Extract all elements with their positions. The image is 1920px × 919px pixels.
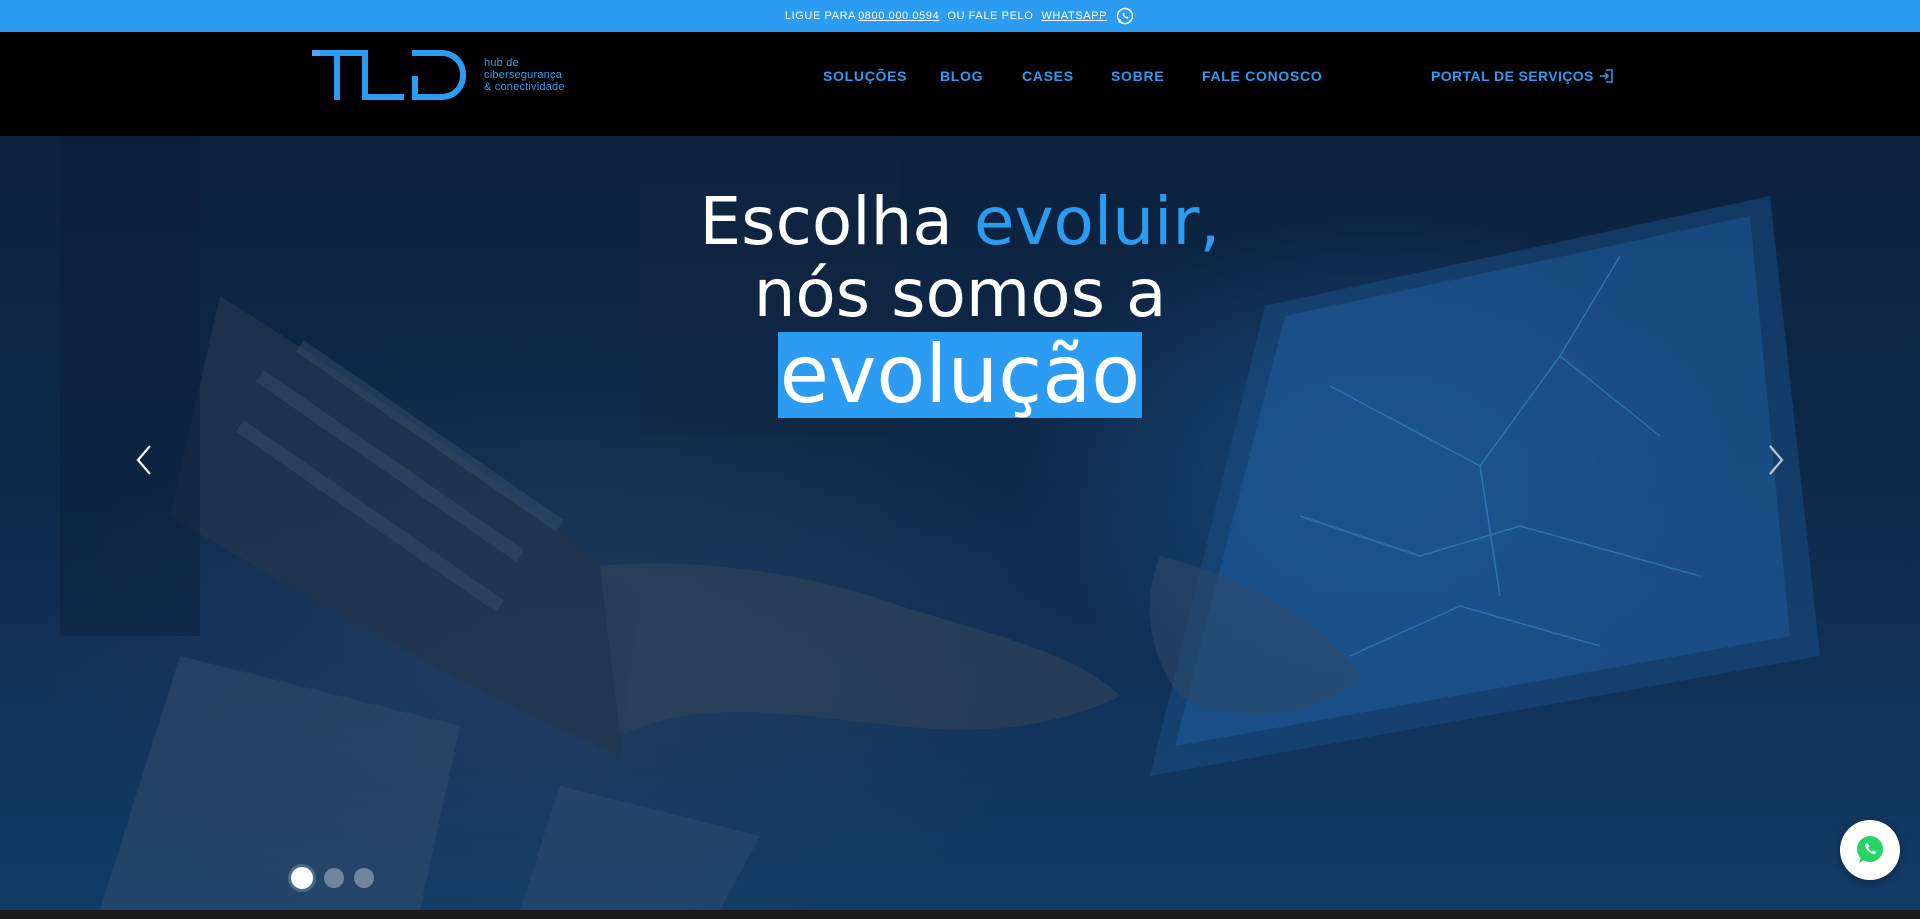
carousel-dots bbox=[288, 864, 384, 892]
nav-item-sobre[interactable]: SOBRE bbox=[1111, 68, 1164, 84]
nav-item-fale-conosco[interactable]: FALE CONOSCO bbox=[1202, 68, 1322, 84]
headline-line1-white: Escolha bbox=[699, 183, 974, 260]
nav-item-blog[interactable]: BLOG bbox=[940, 68, 983, 84]
portal-label: PORTAL DE SERVIÇOS bbox=[1431, 68, 1594, 84]
hero-headline: Escolha evoluir, nós somos a evolução bbox=[0, 186, 1920, 418]
whatsapp-icon bbox=[1857, 836, 1883, 863]
nav-item-solucoes[interactable]: SOLUÇÕES bbox=[823, 68, 907, 84]
portal-servicos-link[interactable]: PORTAL DE SERVIÇOS bbox=[1431, 68, 1613, 84]
section-divider bbox=[0, 910, 1920, 919]
whatsapp-link[interactable]: WHATSAPP bbox=[1041, 10, 1107, 22]
chevron-left-icon[interactable] bbox=[132, 442, 156, 478]
whatsapp-icon[interactable] bbox=[1115, 6, 1135, 26]
chevron-right-icon[interactable] bbox=[1764, 442, 1788, 478]
nav-item-cases[interactable]: CASES bbox=[1022, 68, 1074, 84]
login-icon bbox=[1599, 69, 1613, 83]
headline-highlight: evolução bbox=[777, 328, 1143, 421]
headline-line1-accent: evoluir, bbox=[973, 183, 1221, 260]
topbar-prefix: LIGUE PARA bbox=[784, 10, 857, 22]
whatsapp-floating-button[interactable] bbox=[1840, 820, 1900, 880]
carousel-dot-3[interactable] bbox=[354, 868, 374, 888]
headline-line1: Escolha evoluir, bbox=[0, 186, 1920, 258]
phone-link[interactable]: 0800 000 0594 bbox=[858, 10, 939, 22]
headline-line2: nós somos a bbox=[753, 255, 1167, 332]
main-nav: SOLUÇÕES BLOG CASES SOBRE FALE CONOSCO bbox=[0, 68, 1920, 92]
top-contact-bar: LIGUE PARA 0800 000 0594 OU FALE PELO WH… bbox=[0, 0, 1920, 32]
topbar-middle: OU FALE PELO bbox=[947, 10, 1034, 22]
carousel-dot-1[interactable] bbox=[288, 864, 316, 892]
carousel-dot-2[interactable] bbox=[324, 868, 344, 888]
